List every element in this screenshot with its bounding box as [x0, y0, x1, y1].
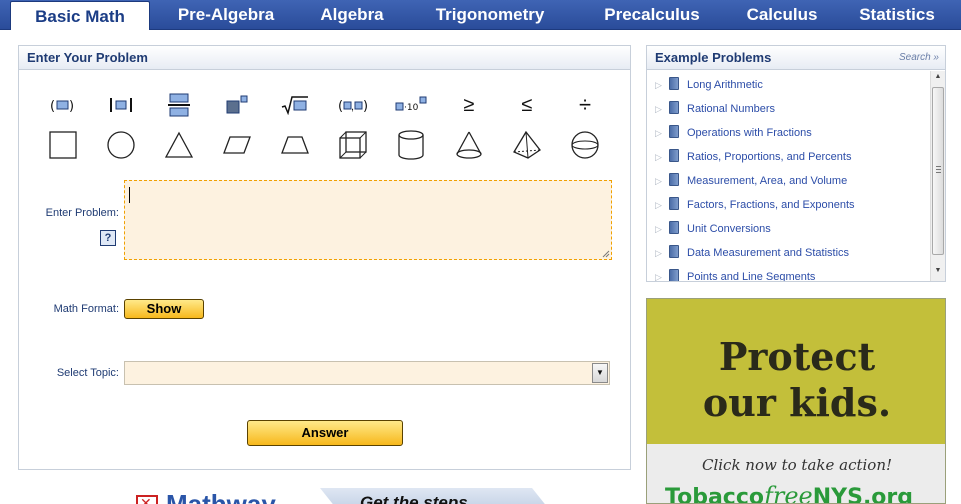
book-icon: [669, 125, 679, 138]
scroll-up-icon[interactable]: ▲: [933, 73, 943, 85]
example-item[interactable]: ▷ Points and Line Segments: [655, 267, 815, 282]
sphere-icon[interactable]: [567, 130, 603, 160]
get-steps-banner[interactable]: Get the steps: [320, 488, 548, 504]
tab-algebra[interactable]: Algebra: [302, 0, 402, 30]
expand-arrow-icon: ▷: [655, 224, 662, 234]
book-icon: [669, 197, 679, 210]
cone-icon[interactable]: [451, 130, 487, 160]
tab-trigonometry[interactable]: Trigonometry: [418, 0, 562, 30]
example-item[interactable]: ▷ Operations with Fractions: [655, 123, 812, 143]
svg-text:·10: ·10: [404, 103, 419, 113]
get-steps-text: Get the steps: [360, 493, 468, 504]
math-format-label: Math Format:: [53, 303, 119, 315]
tab-calculus[interactable]: Calculus: [734, 0, 830, 30]
example-item[interactable]: ▷ Measurement, Area, and Volume: [655, 171, 847, 191]
example-problems-panel: Example Problems Search » ▷ Long Arithmet…: [646, 45, 946, 282]
less-equal-icon[interactable]: ≤: [509, 90, 545, 120]
ad-bottom: Click now to take action! TobaccofreeNYS…: [647, 444, 945, 504]
greater-equal-icon[interactable]: ≥: [451, 90, 487, 120]
parallelogram-icon[interactable]: [219, 130, 255, 160]
expand-arrow-icon: ▷: [655, 272, 662, 282]
expand-arrow-icon: ▷: [655, 176, 662, 186]
pyramid-icon[interactable]: [509, 130, 545, 160]
enter-problem-panel: Enter Your Problem () (,) ·10 ≥ ≤ ÷ Ente…: [18, 45, 631, 470]
cube-icon[interactable]: [335, 130, 371, 160]
book-icon: [669, 77, 679, 90]
logo-icon: ✕: [136, 495, 158, 504]
ad-headline-2: our kids.: [702, 380, 892, 425]
select-topic-label: Select Topic:: [56, 367, 119, 379]
tab-statistics[interactable]: Statistics: [848, 0, 946, 30]
fraction-icon[interactable]: [161, 90, 197, 120]
book-icon: [669, 269, 679, 281]
book-icon: [669, 149, 679, 162]
example-item[interactable]: ▷ Unit Conversions: [655, 219, 771, 239]
text-cursor: [129, 187, 130, 203]
ad-top: Protect our kids.: [647, 299, 945, 444]
resize-handle-icon[interactable]: [602, 250, 610, 258]
trapezoid-icon[interactable]: [277, 130, 313, 160]
example-item[interactable]: ▷ Long Arithmetic: [655, 75, 763, 95]
svg-text:(: (: [338, 99, 343, 113]
enter-problem-label: Enter Problem:: [45, 207, 119, 219]
tab-basic-math[interactable]: Basic Math: [10, 1, 150, 30]
book-icon: [669, 101, 679, 114]
absolute-value-icon[interactable]: [103, 90, 139, 120]
expand-arrow-icon: ▷: [655, 248, 662, 258]
example-item[interactable]: ▷ Ratios, Proportions, and Percents: [655, 147, 851, 167]
book-icon: [669, 173, 679, 186]
expand-arrow-icon: ▷: [655, 152, 662, 162]
tab-pre-algebra[interactable]: Pre-Algebra: [160, 0, 292, 30]
example-item[interactable]: ▷ Data Measurement and Statistics: [655, 243, 849, 263]
svg-text:(: (: [50, 99, 55, 113]
answer-button[interactable]: Answer: [247, 420, 403, 446]
svg-text:): ): [69, 99, 74, 113]
show-button[interactable]: Show: [124, 299, 204, 319]
ad-cta: Click now to take action!: [701, 456, 893, 474]
parentheses-icon[interactable]: (): [45, 90, 81, 120]
tab-precalculus[interactable]: Precalculus: [588, 0, 716, 30]
topic-select[interactable]: ▼: [124, 361, 610, 385]
book-icon: [669, 221, 679, 234]
example-problems-header: Example Problems Search »: [647, 46, 945, 70]
ad-headline-1: Protect: [718, 334, 876, 379]
triangle-icon[interactable]: [161, 130, 197, 160]
exponent-icon[interactable]: [219, 90, 255, 120]
help-icon[interactable]: ?: [100, 230, 116, 246]
example-scrollbar[interactable]: ▲ ▼: [930, 71, 945, 281]
square-root-icon[interactable]: [277, 90, 313, 120]
example-item[interactable]: ▷ Factors, Fractions, and Exponents: [655, 195, 855, 215]
mathway-logo[interactable]: ✕ Mathway: [136, 493, 296, 504]
search-link[interactable]: Search »: [899, 46, 939, 70]
cylinder-icon[interactable]: [393, 130, 429, 160]
subject-tabs: Basic Math Pre-Algebra Algebra Trigonome…: [0, 0, 961, 30]
ordered-pair-icon[interactable]: (,): [335, 90, 371, 120]
divide-icon[interactable]: ÷: [567, 90, 603, 120]
scroll-thumb[interactable]: [932, 87, 944, 255]
book-icon: [669, 245, 679, 258]
problem-input[interactable]: [124, 180, 612, 260]
example-problems-title: Example Problems: [655, 50, 772, 65]
svg-text:): ): [363, 99, 368, 113]
example-list: ▷ Long Arithmetic ▷ Rational Numbers ▷ Oper…: [647, 71, 931, 282]
example-item[interactable]: ▷ Rational Numbers: [655, 99, 775, 119]
expand-arrow-icon: ▷: [655, 80, 662, 90]
expand-arrow-icon: ▷: [655, 128, 662, 138]
enter-problem-title: Enter Your Problem: [19, 46, 630, 70]
expand-arrow-icon: ▷: [655, 200, 662, 210]
svg-text:,: ,: [351, 101, 354, 113]
ad-banner[interactable]: Protect our kids. Click now to take acti…: [646, 298, 946, 504]
scientific-notation-icon[interactable]: ·10: [393, 90, 429, 120]
dropdown-arrow-icon[interactable]: ▼: [592, 363, 608, 383]
ad-brand: TobaccofreeNYS.org: [665, 482, 914, 504]
app: Basic Math Pre-Algebra Algebra Trigonome…: [0, 0, 961, 504]
expand-arrow-icon: ▷: [655, 104, 662, 114]
circle-icon[interactable]: [103, 130, 139, 160]
scroll-down-icon[interactable]: ▼: [933, 267, 943, 279]
square-icon[interactable]: [45, 130, 81, 160]
